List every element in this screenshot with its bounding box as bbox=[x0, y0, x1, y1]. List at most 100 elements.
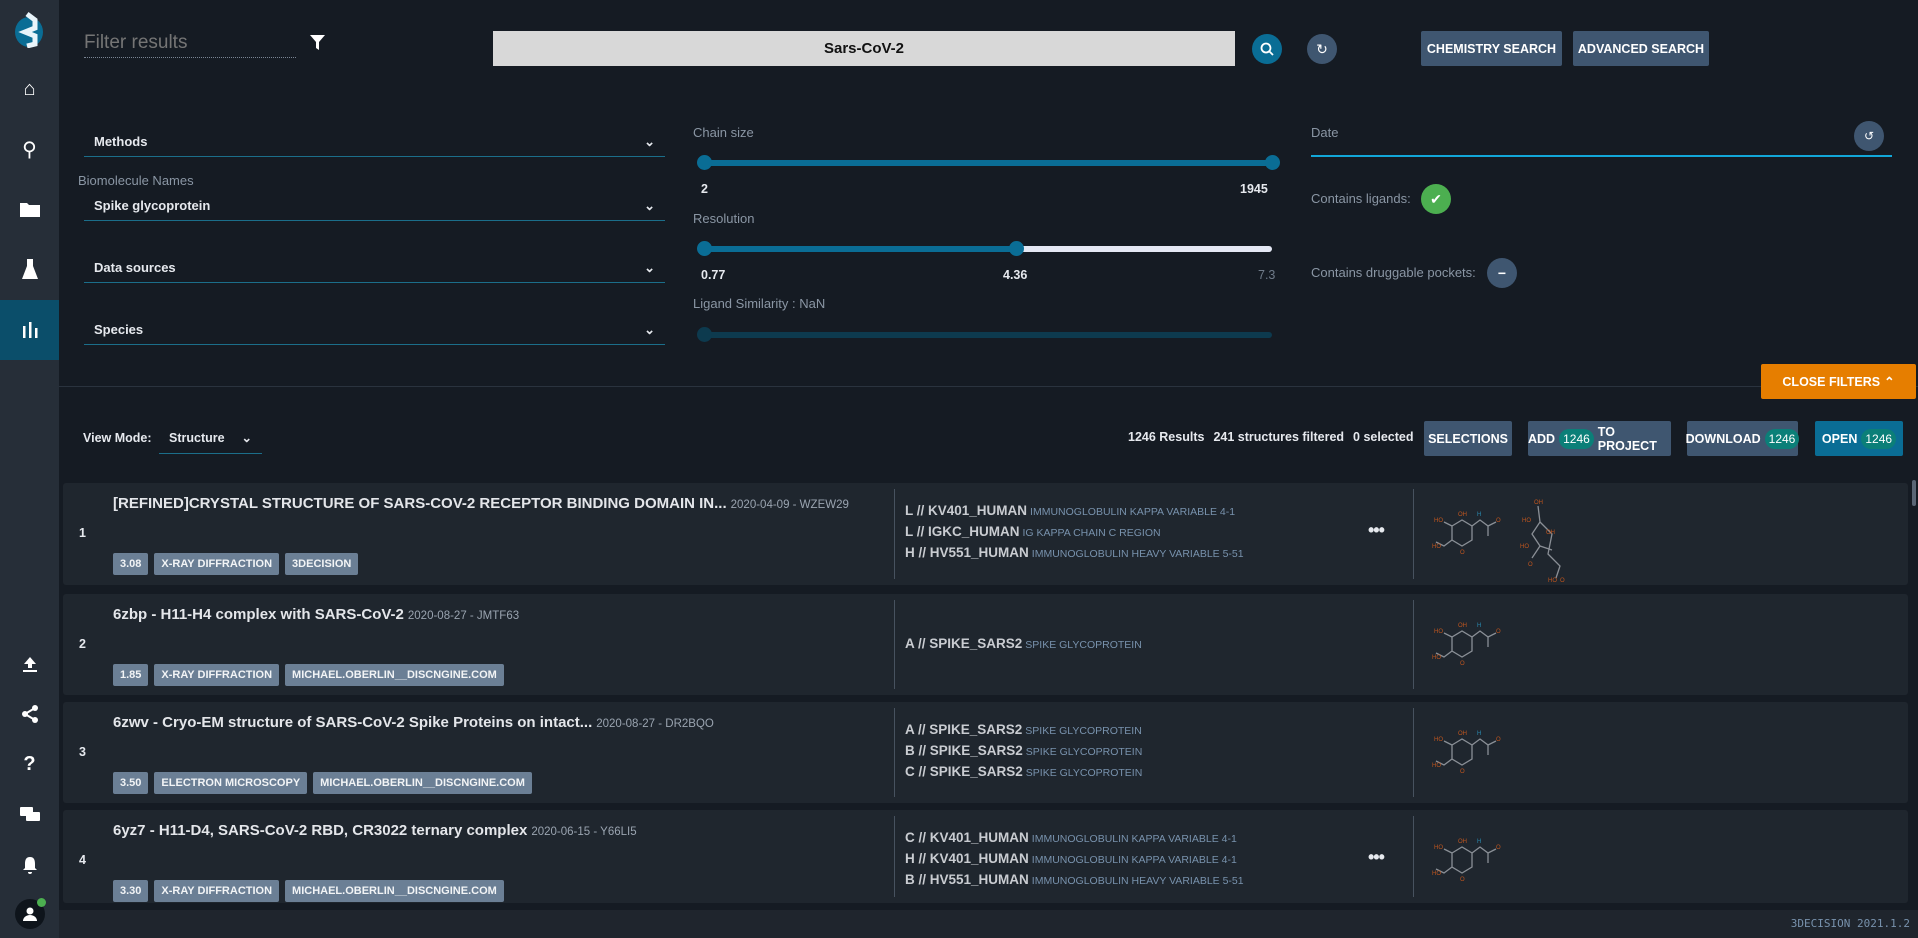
upload-icon[interactable] bbox=[0, 644, 59, 684]
chemistry-search-button[interactable]: CHEMISTRY SEARCH bbox=[1421, 31, 1562, 66]
view-mode-select[interactable]: Structure ⌄ bbox=[159, 422, 262, 454]
structure-title[interactable]: [REFINED]CRYSTAL STRUCTURE OF SARS-COV-2… bbox=[113, 495, 849, 512]
view-mode-label: View Mode: bbox=[83, 431, 152, 445]
chain-item[interactable]: H // KV401_HUMAN IMMUNOGLOBULIN KAPPA VAR… bbox=[905, 851, 1244, 866]
more-options-icon[interactable]: ••• bbox=[1368, 847, 1385, 868]
folder-icon[interactable] bbox=[0, 189, 59, 229]
footer: 3DECISION 2021.1.2 bbox=[59, 910, 1918, 938]
home-icon[interactable]: ⌂ bbox=[0, 69, 59, 109]
chain-id: C // SPIKE_SARS2 bbox=[905, 764, 1023, 779]
search-button[interactable] bbox=[1252, 34, 1282, 64]
app-logo bbox=[13, 12, 45, 49]
chain-item[interactable]: B // HV551_HUMAN IMMUNOGLOBULIN HEAVY VAR… bbox=[905, 872, 1244, 887]
ligand-similarity-handle[interactable] bbox=[697, 327, 712, 342]
selections-button[interactable]: SELECTIONS bbox=[1424, 421, 1512, 456]
filter-icon[interactable] bbox=[310, 35, 325, 53]
tag-list: 3.50 ELECTRON MICROSCOPY MICHAEL.OBERLIN__… bbox=[113, 772, 532, 794]
svg-text:HO: HO bbox=[1548, 578, 1557, 584]
result-row[interactable]: 2 6zbp - H11-H4 complex with SARS-CoV-2 20… bbox=[63, 594, 1908, 695]
chain-id: L // KV401_HUMAN bbox=[905, 503, 1028, 518]
reset-search-button[interactable]: ↻ bbox=[1307, 34, 1337, 64]
chevron-down-icon: ⌄ bbox=[644, 321, 655, 337]
search-input[interactable]: Sars-CoV-2 bbox=[493, 31, 1235, 66]
online-indicator bbox=[36, 898, 46, 907]
chain-size-max-handle[interactable] bbox=[1265, 155, 1280, 170]
search-icon[interactable]: ⚲ bbox=[0, 129, 59, 169]
chain-description: IMMUNOGLOBULIN KAPPA VARIABLE 4-1 bbox=[1031, 854, 1237, 866]
results-scrollbar[interactable] bbox=[1912, 480, 1916, 506]
column-divider bbox=[1413, 708, 1414, 797]
chain-item[interactable]: A // SPIKE_SARS2 SPIKE GLYCOPROTEIN bbox=[905, 636, 1142, 651]
result-row[interactable]: 1 [REFINED]CRYSTAL STRUCTURE OF SARS-COV-… bbox=[63, 483, 1908, 585]
resolution-min-handle[interactable] bbox=[697, 241, 712, 256]
result-row[interactable]: 4 6yz7 - H11-D4, SARS-CoV-2 RBD, CR3022 t… bbox=[63, 810, 1908, 903]
chat-icon[interactable] bbox=[0, 795, 59, 835]
chain-size-slider[interactable] bbox=[704, 160, 1272, 166]
open-button[interactable]: OPEN 1246 bbox=[1815, 421, 1903, 456]
methods-dropdown[interactable]: Methods ⌄ bbox=[84, 127, 665, 157]
ligand-structure-image[interactable]: OH HO H O HO O bbox=[1432, 506, 1502, 569]
svg-text:O: O bbox=[1496, 737, 1501, 743]
ligand-structure-image[interactable]: OH HO H O HO O bbox=[1432, 833, 1502, 896]
chain-item[interactable]: C // SPIKE_SARS2 SPIKE GLYCOPROTEIN bbox=[905, 764, 1142, 779]
svg-text:O: O bbox=[1460, 769, 1465, 775]
svg-text:O: O bbox=[1496, 629, 1501, 635]
help-icon[interactable]: ? bbox=[0, 744, 59, 784]
svg-text:HO: HO bbox=[1432, 655, 1441, 661]
row-number: 1 bbox=[79, 526, 86, 540]
filters-divider bbox=[59, 386, 1918, 387]
advanced-search-button[interactable]: ADVANCED SEARCH bbox=[1573, 31, 1709, 66]
chain-item[interactable]: L // KV401_HUMAN IMMUNOGLOBULIN KAPPA VAR… bbox=[905, 503, 1244, 518]
more-options-icon[interactable]: ••• bbox=[1368, 520, 1385, 541]
ligand-structure-image[interactable]: OH HO H O HO O bbox=[1432, 617, 1502, 680]
chain-item[interactable]: L // IGKC_HUMAN IG KAPPA CHAIN C REGION bbox=[905, 524, 1244, 539]
chain-item[interactable]: B // SPIKE_SARS2 SPIKE GLYCOPROTEIN bbox=[905, 743, 1142, 758]
tag: X-RAY DIFFRACTION bbox=[154, 880, 280, 902]
svg-text:HO: HO bbox=[1434, 629, 1443, 635]
svg-text:HO: HO bbox=[1520, 544, 1529, 550]
user-icon[interactable] bbox=[0, 894, 59, 934]
svg-text:OH: OH bbox=[1458, 731, 1467, 737]
close-filters-label: CLOSE FILTERS bbox=[1782, 374, 1881, 389]
chevron-down-icon: ⌄ bbox=[241, 431, 252, 445]
contains-ligands-toggle[interactable]: ✔ bbox=[1421, 184, 1451, 214]
bell-icon[interactable] bbox=[0, 845, 59, 885]
share-icon[interactable] bbox=[0, 694, 59, 734]
chain-size-min-handle[interactable] bbox=[697, 155, 712, 170]
tag: X-RAY DIFFRACTION bbox=[154, 664, 280, 686]
add-label: ADD bbox=[1528, 431, 1556, 446]
ligand-similarity-slider[interactable] bbox=[704, 332, 1272, 338]
chain-item[interactable]: C // KV401_HUMAN IMMUNOGLOBULIN KAPPA VAR… bbox=[905, 830, 1244, 845]
column-divider bbox=[1413, 489, 1414, 579]
structure-title[interactable]: 6yz7 - H11-D4, SARS-CoV-2 RBD, CR3022 te… bbox=[113, 822, 637, 839]
resolution-max-handle[interactable] bbox=[1009, 241, 1024, 256]
chart-icon[interactable] bbox=[0, 300, 59, 360]
version-label: 3DECISION 2021.1.2 bbox=[1790, 917, 1910, 930]
chain-list: C // KV401_HUMAN IMMUNOGLOBULIN KAPPA VAR… bbox=[905, 830, 1244, 887]
svg-text:H: H bbox=[1477, 731, 1481, 737]
structure-meta: 2020-04-09 - WZEW29 bbox=[730, 499, 849, 511]
date-reset-button[interactable]: ↺ bbox=[1854, 121, 1884, 151]
ligand-structure-image[interactable]: OH HO H O HO O bbox=[1432, 725, 1502, 788]
biomolecule-label: Biomolecule Names bbox=[78, 173, 194, 188]
column-divider bbox=[894, 600, 895, 689]
druggable-pockets-label: Contains druggable pockets: bbox=[1311, 265, 1476, 280]
chain-item[interactable]: H // HV551_HUMAN IMMUNOGLOBULIN HEAVY VAR… bbox=[905, 545, 1244, 560]
date-input-underline[interactable] bbox=[1311, 155, 1892, 157]
structure-title[interactable]: 6zbp - H11-H4 complex with SARS-CoV-2 202… bbox=[113, 606, 519, 623]
download-button[interactable]: DOWNLOAD 1246 bbox=[1686, 421, 1800, 456]
flask-icon[interactable] bbox=[0, 249, 59, 289]
biomolecule-dropdown[interactable]: Spike glycoprotein ⌄ bbox=[84, 191, 665, 221]
close-filters-button[interactable]: CLOSE FILTERS ⌃ bbox=[1761, 364, 1916, 399]
druggable-pockets-toggle[interactable]: − bbox=[1487, 258, 1517, 288]
add-to-project-button[interactable]: ADD 1246 TO PROJECT bbox=[1528, 421, 1671, 456]
svg-text:HO: HO bbox=[1434, 518, 1443, 524]
svg-text:H: H bbox=[1477, 623, 1481, 629]
data-sources-dropdown[interactable]: Data sources ⌄ bbox=[84, 253, 665, 283]
result-row[interactable]: 3 6zwv - Cryo-EM structure of SARS-CoV-2 … bbox=[63, 702, 1908, 803]
ligand-structure-image[interactable]: OH HO OH HO O HO O bbox=[1518, 494, 1578, 585]
filter-results-input[interactable] bbox=[84, 28, 296, 58]
structure-title[interactable]: 6zwv - Cryo-EM structure of SARS-CoV-2 S… bbox=[113, 714, 714, 731]
species-dropdown[interactable]: Species ⌄ bbox=[84, 315, 665, 345]
chain-item[interactable]: A // SPIKE_SARS2 SPIKE GLYCOPROTEIN bbox=[905, 722, 1142, 737]
